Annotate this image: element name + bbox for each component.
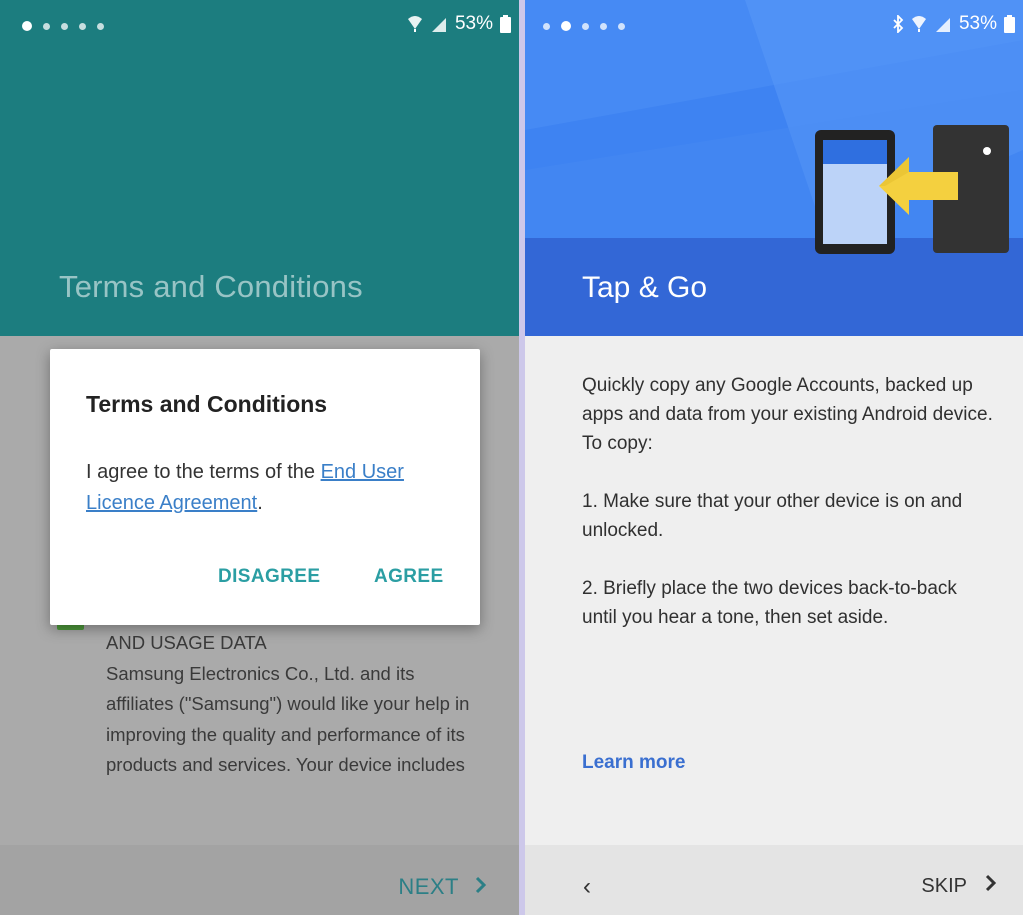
wifi-icon [911, 15, 927, 33]
page-dot-active [22, 21, 32, 31]
usage-data-text: AND USAGE DATA Samsung Electronics Co., … [106, 628, 476, 781]
battery-icon [500, 15, 511, 33]
battery-icon [1004, 15, 1015, 33]
bluetooth-icon [892, 15, 904, 33]
learn-more-link[interactable]: Learn more [582, 752, 685, 774]
page-dot [543, 22, 550, 30]
step-1-text: 1. Make sure that your other device is o… [582, 491, 963, 541]
page-dot [61, 22, 68, 30]
back-button[interactable]: ‹ [583, 873, 591, 901]
page-dot [79, 22, 86, 30]
page-dot [618, 22, 625, 30]
next-label: NEXT [398, 874, 459, 899]
terms-dialog: Terms and Conditions I agree to the term… [50, 349, 480, 625]
tap-and-go-header: 53% Tap & Go [525, 0, 1023, 336]
terms-header: 53% Terms and Conditions [0, 0, 519, 336]
page-dot [43, 22, 50, 30]
usage-data-body: Samsung Electronics Co., Ltd. and its af… [106, 662, 470, 776]
chevron-right-icon [985, 874, 997, 898]
status-bar: 53% [525, 0, 1023, 46]
signal-icon [934, 16, 952, 32]
tap-and-go-instructions: Quickly copy any Google Accounts, backed… [582, 371, 997, 661]
battery-percent: 53% [958, 13, 997, 34]
dialog-message: I agree to the terms of the End User Lic… [86, 457, 446, 519]
step-2-text: 2. Briefly place the two devices back-to… [582, 578, 957, 628]
dialog-title: Terms and Conditions [86, 391, 328, 417]
disagree-button[interactable]: DISAGREE [218, 566, 320, 588]
dialog-message-text: I agree to the terms of the [86, 461, 321, 483]
wifi-icon [407, 15, 423, 33]
page-indicator [543, 21, 625, 31]
next-button[interactable]: NEXT [398, 874, 487, 900]
status-bar: 53% [0, 0, 519, 46]
skip-label: SKIP [921, 874, 967, 897]
usage-data-heading: AND USAGE DATA [106, 632, 267, 653]
page-dot [97, 22, 104, 30]
signal-icon [430, 16, 448, 32]
page-title: Tap & Go [582, 271, 708, 304]
right-screen: 53% Tap & Go Quickly copy any Google Acc… [525, 0, 1023, 915]
page-dot-active [561, 21, 571, 31]
page-indicator [22, 21, 104, 31]
page-dot [582, 22, 589, 30]
agree-button[interactable]: AGREE [374, 566, 444, 588]
page-dot [600, 22, 607, 30]
left-screen: 53% Terms and Conditions AND USAGE DATA … [0, 0, 519, 915]
intro-text: Quickly copy any Google Accounts, backed… [582, 375, 993, 454]
page-title: Terms and Conditions [59, 269, 363, 304]
dialog-message-end: . [257, 492, 263, 514]
chevron-right-icon [475, 874, 487, 900]
battery-percent: 53% [454, 13, 493, 34]
skip-button[interactable]: SKIP [921, 874, 997, 898]
